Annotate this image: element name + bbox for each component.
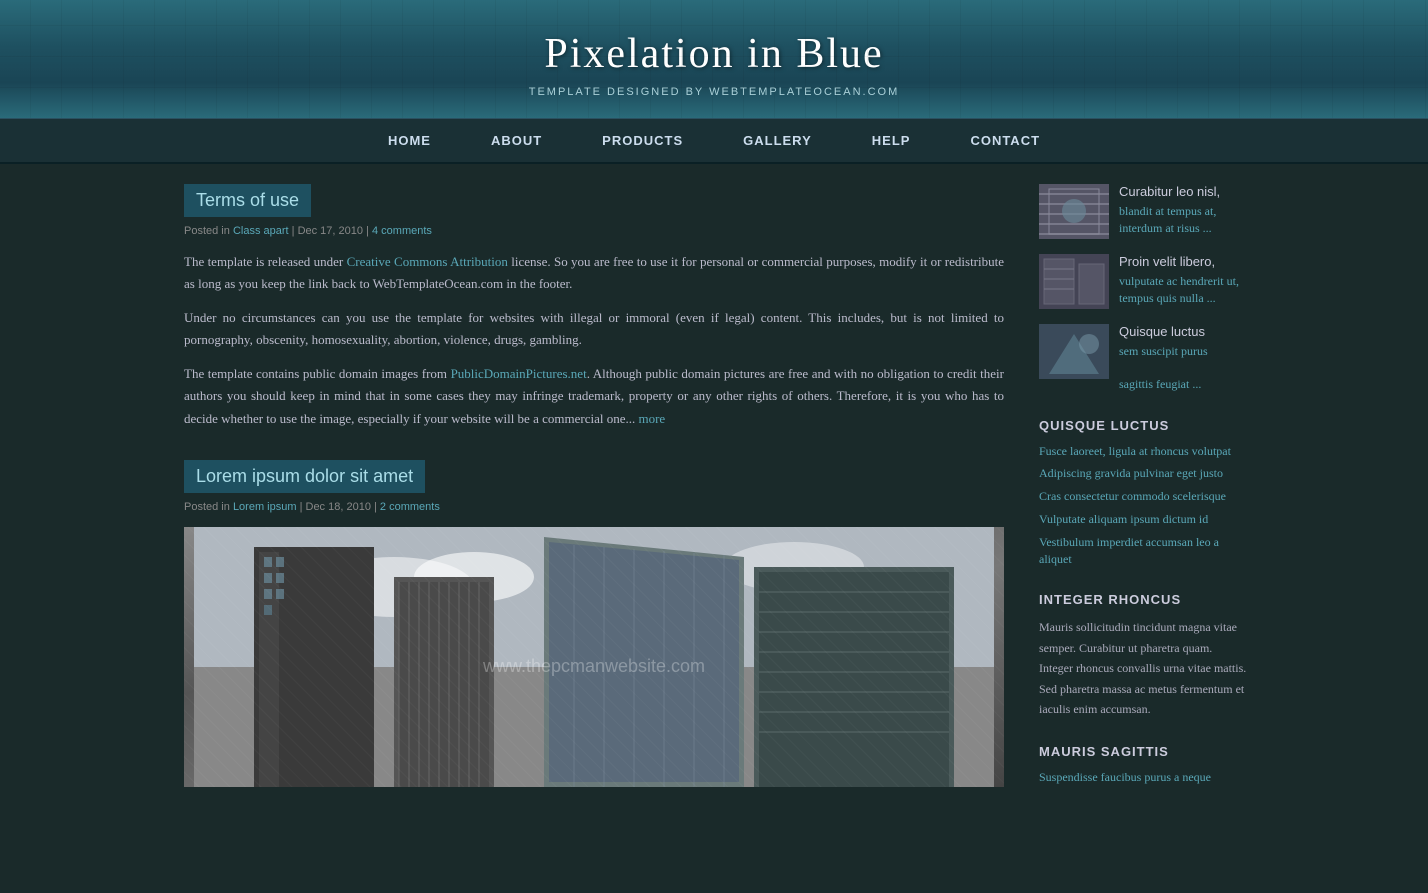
quisque-link-5[interactable]: Vestibulum imperdiet accumsan leo a aliq…	[1039, 535, 1219, 566]
post-meta-prefix: Posted in	[184, 225, 230, 237]
nav-home[interactable]: HOME	[358, 119, 461, 162]
recent-link-2[interactable]: vulputate ac hendrerit ut, tempus quis n…	[1119, 273, 1249, 307]
post-date-lorem: Dec 18, 2010	[306, 501, 371, 513]
sidebar-recent-1: Curabitur leo nisl, blandit at tempus at…	[1039, 184, 1249, 393]
post-lorem-ipsum: Lorem ipsum dolor sit amet Posted in Lor…	[184, 460, 1004, 787]
nav-about[interactable]: ABOUT	[461, 119, 572, 162]
post-meta-prefix2: Posted in	[184, 501, 230, 513]
integer-text: Mauris sollicitudin tincidunt magna vita…	[1039, 617, 1249, 719]
nav-gallery[interactable]: GALLERY	[713, 119, 842, 162]
link-creative-commons[interactable]: Creative Commons Attribution	[347, 254, 508, 269]
recent-text-2: Proin velit libero, vulputate ac hendrer…	[1119, 254, 1249, 307]
main-content: Terms of use Posted in Class apart | Dec…	[164, 164, 1024, 837]
svg-text:www.thepcmanwebsite.com: www.thepcmanwebsite.com	[482, 656, 705, 676]
read-more-terms[interactable]: more	[638, 411, 665, 426]
mauris-link-list: Suspendisse faucibus purus a neque	[1039, 769, 1249, 786]
thumb-1	[1039, 184, 1109, 239]
quisque-link-2[interactable]: Adipiscing gravida pulvinar eget justo	[1039, 466, 1223, 480]
post-meta-lorem: Posted in Lorem ipsum | Dec 18, 2010 | 2…	[184, 501, 1004, 513]
main-nav: HOME ABOUT PRODUCTS GALLERY HELP CONTACT	[0, 118, 1428, 164]
recent-item-1: Curabitur leo nisl, blandit at tempus at…	[1039, 184, 1249, 239]
post-terms-of-use: Terms of use Posted in Class apart | Dec…	[184, 184, 1004, 430]
quisque-link-4[interactable]: Vulputate aliquam ipsum dictum id	[1039, 512, 1208, 526]
post-category-lorem[interactable]: Lorem ipsum	[233, 501, 297, 513]
nav-contact[interactable]: CONTACT	[940, 119, 1070, 162]
post-comments-lorem[interactable]: 2 comments	[380, 501, 440, 513]
thumb-img-2	[1039, 254, 1109, 309]
quisque-link-1[interactable]: Fusce laoreet, ligula at rhoncus volutpa…	[1039, 444, 1231, 458]
recent-item-2: Proin velit libero, vulputate ac hendrer…	[1039, 254, 1249, 309]
recent-text-3: Quisque luctus sem suscipit purus sagitt…	[1119, 324, 1208, 393]
thumb-2	[1039, 254, 1109, 309]
building-illustration: www.thepcmanwebsite.com	[184, 527, 1004, 787]
post-body-terms: The template is released under Creative …	[184, 251, 1004, 430]
site-header: Pixelation in Blue TEMPLATE DESIGNED BY …	[0, 0, 1428, 118]
quisque-link-3[interactable]: Cras consectetur commodo scelerisque	[1039, 489, 1226, 503]
post-meta-terms: Posted in Class apart | Dec 17, 2010 | 4…	[184, 225, 1004, 237]
sidebar: Curabitur leo nisl, blandit at tempus at…	[1024, 164, 1264, 837]
recent-text-1: Curabitur leo nisl, blandit at tempus at…	[1119, 184, 1249, 237]
recent-link-3a[interactable]: sem suscipit purus	[1119, 343, 1208, 360]
post-image-lorem: www.thepcmanwebsite.com	[184, 527, 1004, 787]
section-title-integer: INTEGER RHONCUS	[1039, 592, 1249, 607]
post-comments-terms[interactable]: 4 comments	[372, 225, 432, 237]
quisque-link-list: Fusce laoreet, ligula at rhoncus volutpa…	[1039, 443, 1249, 568]
recent-item-3: Quisque luctus sem suscipit purus sagitt…	[1039, 324, 1249, 393]
recent-link-3b[interactable]: sagittis feugiat ...	[1119, 376, 1208, 393]
post-date-terms: Dec 17, 2010	[298, 225, 363, 237]
recent-link-1[interactable]: blandit at tempus at, interdum at risus …	[1119, 203, 1249, 237]
site-subtitle: TEMPLATE DESIGNED BY WEBTEMPLATEOCEAN.CO…	[0, 86, 1428, 98]
sidebar-mauris: MAURIS SAGITTIS Suspendisse faucibus pur…	[1039, 744, 1249, 786]
recent-title-1: Curabitur leo nisl,	[1119, 184, 1249, 199]
sidebar-quisque: QUISQUE LUCTUS Fusce laoreet, ligula at …	[1039, 418, 1249, 568]
section-title-quisque: QUISQUE LUCTUS	[1039, 418, 1249, 433]
nav-products[interactable]: PRODUCTS	[572, 119, 713, 162]
post-title-lorem: Lorem ipsum dolor sit amet	[184, 460, 425, 493]
section-title-mauris: MAURIS SAGITTIS	[1039, 744, 1249, 759]
recent-title-2: Proin velit libero,	[1119, 254, 1249, 269]
site-title: Pixelation in Blue	[0, 30, 1428, 78]
main-wrapper: Terms of use Posted in Class apart | Dec…	[164, 164, 1264, 837]
mauris-link-1[interactable]: Suspendisse faucibus purus a neque	[1039, 770, 1211, 784]
thumb-img-3	[1039, 324, 1109, 379]
post-category-terms[interactable]: Class apart	[233, 225, 289, 237]
sidebar-integer: INTEGER RHONCUS Mauris sollicitudin tinc…	[1039, 592, 1249, 719]
nav-help[interactable]: HELP	[842, 119, 941, 162]
recent-title-3: Quisque luctus	[1119, 324, 1208, 339]
link-public-domain[interactable]: PublicDomainPictures.net	[451, 366, 587, 381]
thumb-3	[1039, 324, 1109, 379]
thumb-img-1	[1039, 184, 1109, 239]
post-title-terms: Terms of use	[184, 184, 311, 217]
